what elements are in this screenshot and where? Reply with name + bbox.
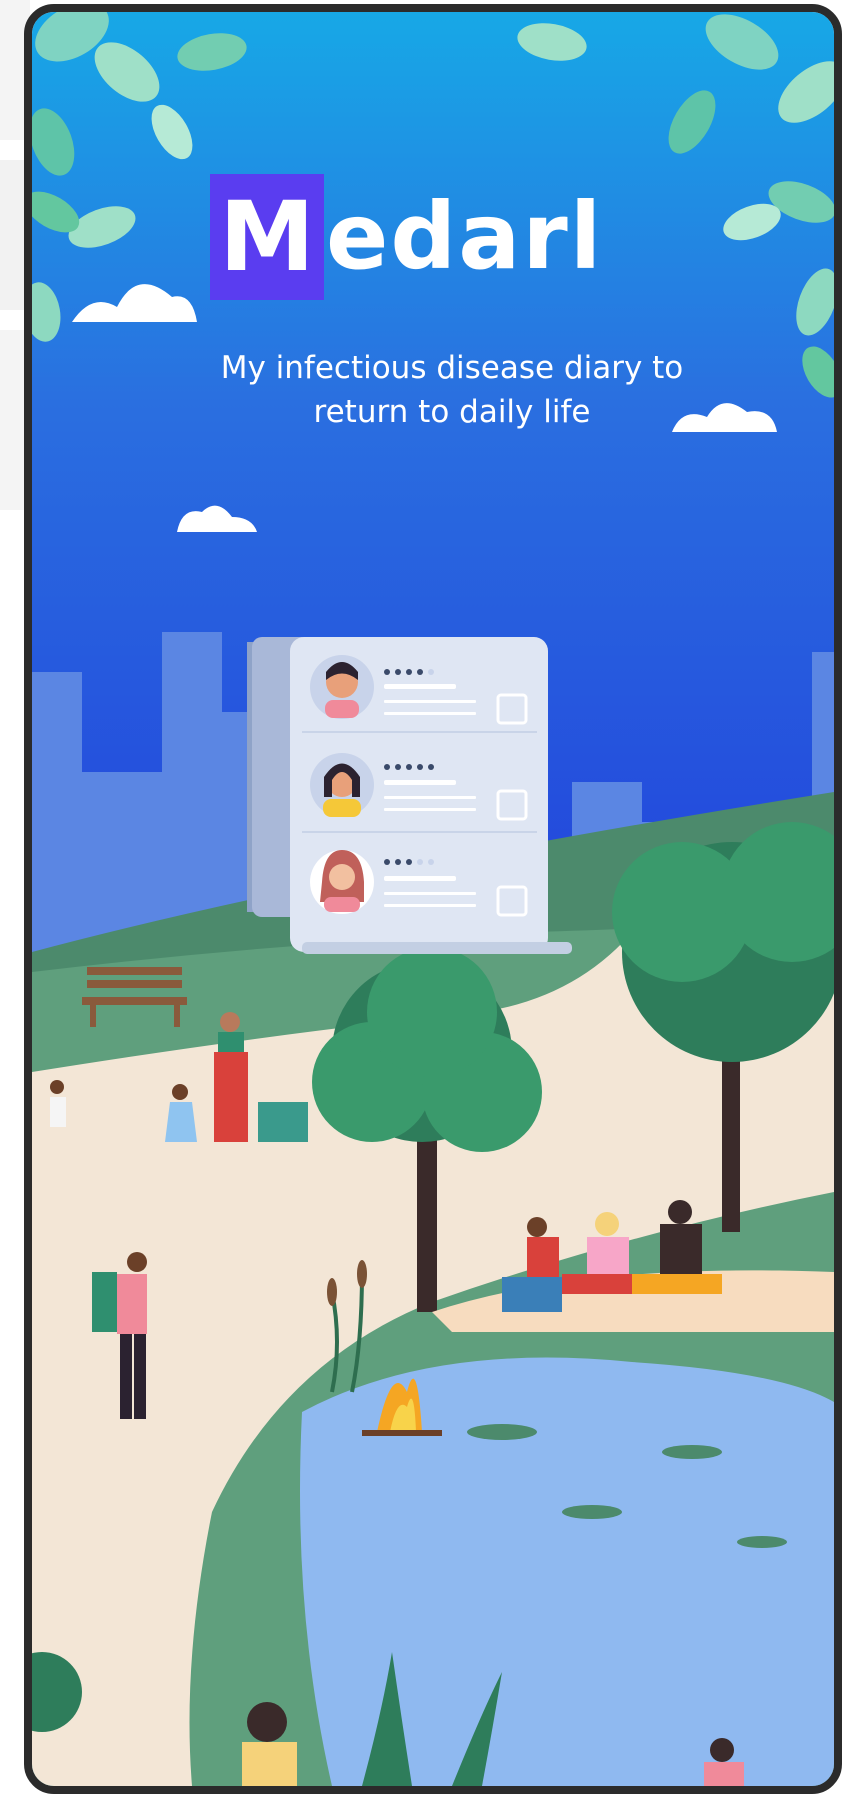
rating-star [417, 859, 423, 865]
app-tagline: My infectious disease diary to return to… [220, 350, 684, 430]
rating-star [406, 764, 412, 770]
rating-star [384, 764, 390, 770]
diary-document-illustration [247, 637, 572, 954]
phone-frame: M edarl My infectious disease diary to r… [24, 4, 842, 1794]
rating-star [395, 859, 401, 865]
rating-star [417, 764, 423, 770]
logo-wordmark: edarl [326, 183, 604, 290]
rating-star [428, 669, 434, 675]
rating-star [428, 764, 434, 770]
rating-star [428, 859, 434, 865]
app-logo: M edarl [210, 174, 604, 300]
rating-star [417, 669, 423, 675]
rating-star [384, 669, 390, 675]
rating-star [406, 669, 412, 675]
rating-star [395, 764, 401, 770]
rating-star [384, 859, 390, 865]
rating-star [406, 859, 412, 865]
logo-m-block: M [210, 174, 324, 300]
rating-star [395, 669, 401, 675]
